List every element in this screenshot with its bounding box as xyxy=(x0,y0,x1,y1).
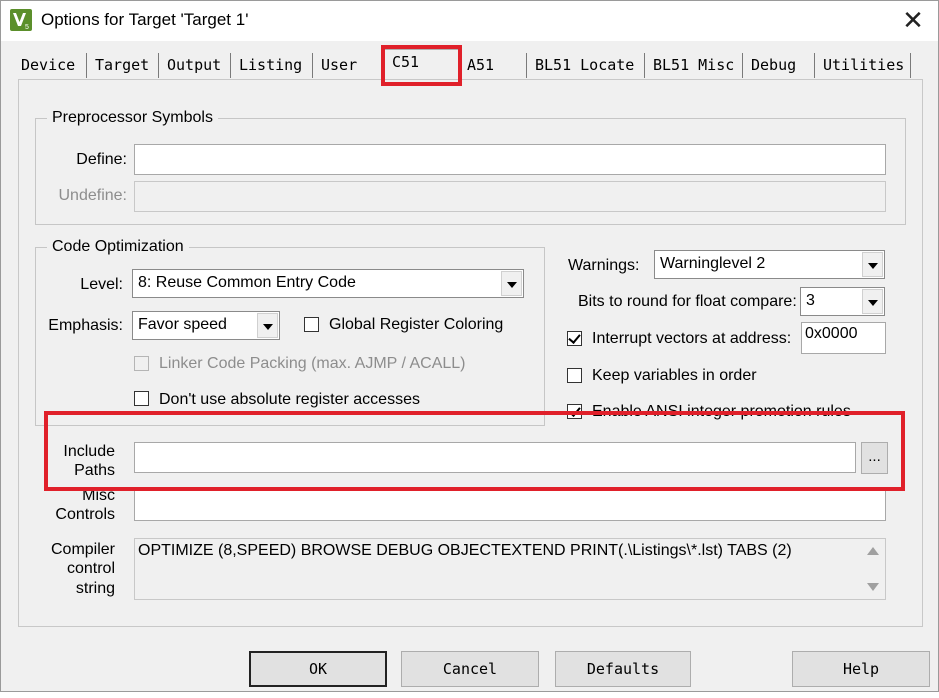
defaults-button[interactable]: Defaults xyxy=(555,651,691,687)
warnings-value: Warninglevel 2 xyxy=(660,255,766,272)
tab-target[interactable]: Target xyxy=(87,53,159,78)
interrupt-vectors-address-field[interactable]: 0x0000 xyxy=(801,322,886,354)
linker-code-packing-label: Linker Code Packing (max. AJMP / ACALL) xyxy=(159,355,466,372)
title-bar: 5 Options for Target 'Target 1' ✕ xyxy=(1,1,938,41)
warnings-dropdown[interactable]: Warninglevel 2 xyxy=(654,250,885,279)
tab-strip: Device Target Output Listing User C51 A5… xyxy=(13,49,923,81)
help-button[interactable]: Help xyxy=(792,651,930,687)
scroll-up-icon[interactable] xyxy=(867,547,879,555)
compiler-control-label-line2: control xyxy=(66,560,115,577)
tab-a51[interactable]: A51 xyxy=(459,53,527,78)
options-dialog: 5 Options for Target 'Target 1' ✕ Device… xyxy=(0,0,939,692)
svg-text:5: 5 xyxy=(25,24,29,31)
compiler-control-string: OPTIMIZE (8,SPEED) BROWSE DEBUG OBJECTEX… xyxy=(134,538,886,600)
emphasis-dropdown[interactable]: Favor speed xyxy=(132,311,280,340)
close-icon: ✕ xyxy=(902,5,924,35)
interrupt-vectors-checkbox[interactable] xyxy=(567,331,582,346)
linker-code-packing-checkbox[interactable] xyxy=(134,356,149,371)
window-title: Options for Target 'Target 1' xyxy=(41,10,249,29)
tab-device[interactable]: Device xyxy=(13,53,87,78)
cancel-button[interactable]: Cancel xyxy=(401,651,539,687)
chevron-down-icon xyxy=(862,252,883,277)
level-label: Level: xyxy=(80,276,123,293)
preprocessor-symbols-title: Preprocessor Symbols xyxy=(47,109,218,127)
level-value: 8: Reuse Common Entry Code xyxy=(138,274,356,291)
misc-controls-label-line2: Controls xyxy=(55,506,115,523)
chevron-down-icon xyxy=(862,289,883,314)
bits-round-value: 3 xyxy=(806,292,815,309)
close-button[interactable]: ✕ xyxy=(894,5,932,37)
code-optimization-title: Code Optimization xyxy=(47,238,189,256)
keep-variables-checkbox[interactable] xyxy=(567,368,582,383)
level-dropdown[interactable]: 8: Reuse Common Entry Code xyxy=(132,269,524,298)
no-absolute-register-checkbox[interactable] xyxy=(134,391,149,406)
undefine-label: Undefine: xyxy=(58,187,128,204)
include-paths-highlight xyxy=(44,411,905,491)
tab-debug[interactable]: Debug xyxy=(743,53,815,78)
interrupt-vectors-label: Interrupt vectors at address: xyxy=(592,330,792,347)
tab-listing[interactable]: Listing xyxy=(231,53,313,78)
tab-bl51-locate[interactable]: BL51 Locate xyxy=(527,53,645,78)
c51-tab-highlight xyxy=(381,45,462,86)
tab-output[interactable]: Output xyxy=(159,53,231,78)
global-register-coloring-checkbox[interactable] xyxy=(304,317,319,332)
warnings-label: Warnings: xyxy=(568,257,640,274)
tab-user[interactable]: User xyxy=(313,53,383,78)
undefine-field[interactable] xyxy=(134,181,886,212)
ok-button[interactable]: OK xyxy=(249,651,387,687)
compiler-control-label-line3: string xyxy=(75,580,115,597)
keil-uvision-icon: 5 xyxy=(10,9,32,31)
define-label: Define: xyxy=(76,151,127,168)
tab-utilities[interactable]: Utilities xyxy=(815,53,911,78)
emphasis-value: Favor speed xyxy=(138,316,227,333)
chevron-down-icon xyxy=(257,313,278,338)
no-absolute-register-label: Don't use absolute register accesses xyxy=(159,391,420,408)
tab-bl51-misc[interactable]: BL51 Misc xyxy=(645,53,743,78)
misc-controls-field[interactable] xyxy=(134,489,886,521)
bits-round-dropdown[interactable]: 3 xyxy=(800,287,885,316)
global-register-coloring-label: Global Register Coloring xyxy=(329,316,504,333)
define-field[interactable] xyxy=(134,144,886,175)
keep-variables-label: Keep variables in order xyxy=(592,367,757,384)
scroll-down-icon[interactable] xyxy=(867,583,879,591)
compiler-control-label-line1: Compiler xyxy=(50,541,115,558)
bits-round-label: Bits to round for float compare: xyxy=(578,293,797,310)
emphasis-label: Emphasis: xyxy=(48,317,123,334)
chevron-down-icon xyxy=(501,271,522,296)
